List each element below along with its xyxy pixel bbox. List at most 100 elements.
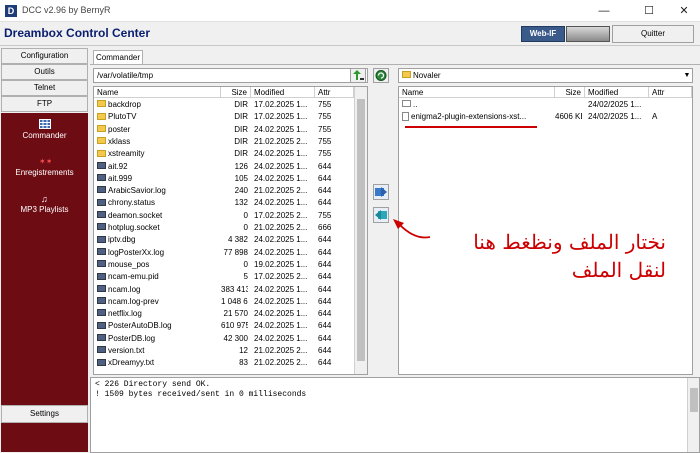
- table-row[interactable]: ncam-emu.pid 5 17.02.2025 2... 644: [94, 271, 354, 284]
- minimize-button[interactable]: —: [593, 3, 615, 19]
- left-scroll-thumb[interactable]: [357, 99, 365, 361]
- chevron-down-icon[interactable]: ▼: [682, 70, 692, 81]
- table-row[interactable]: hotplug.socket 0 21.02.2025 2... 666: [94, 222, 354, 235]
- settings-button[interactable]: Settings: [1, 405, 88, 423]
- table-row[interactable]: ait.999 105 24.02.2025 1... 644: [94, 173, 354, 186]
- table-row[interactable]: xstreamity DIR 24.02.2025 1... 755: [94, 148, 354, 161]
- nav-telnet[interactable]: Telnet: [1, 80, 88, 96]
- file-size-cell: 132: [234, 198, 248, 208]
- table-row[interactable]: xDreamyy.txt 83 21.02.2025 2... 644: [94, 357, 354, 370]
- file-icon: [97, 174, 106, 182]
- file-modified-cell: 24.02.2025 1...: [254, 309, 308, 319]
- file-attr-cell: 644: [318, 198, 332, 208]
- parent-dir-button[interactable]: [350, 68, 366, 83]
- file-name-cell: PlutoTV: [97, 111, 219, 124]
- table-row[interactable]: enigma2-plugin-extensions-xst... 4606 KB 2…: [399, 111, 692, 124]
- file-icon: [97, 284, 106, 292]
- table-row[interactable]: ncam.log 383 413 24.02.2025 1... 644: [94, 284, 354, 297]
- table-row[interactable]: chrony.status 132 24.02.2025 1... 644: [94, 197, 354, 210]
- left-path-field[interactable]: /var/volatile/tmp: [93, 68, 368, 83]
- file-modified-cell: 21.02.2025 2...: [254, 223, 308, 232]
- copy-left-button[interactable]: [373, 207, 389, 223]
- file-size-cell: 5: [243, 272, 248, 282]
- nav-ftp[interactable]: FTP: [1, 96, 88, 112]
- table-row[interactable]: iptv.dbg 4 382 24.02.2025 1... 644: [94, 234, 354, 247]
- left-col-modified[interactable]: Modified: [251, 87, 315, 98]
- file-attr-cell: 644: [318, 333, 332, 343]
- file-name-cell: xDreamyy.txt: [97, 357, 219, 370]
- right-path-field[interactable]: Novaler: [398, 68, 693, 83]
- right-col-attr[interactable]: Attr: [649, 87, 692, 98]
- svg-text:✶✶: ✶✶: [39, 157, 51, 166]
- file-modified-cell: 19.02.2025 1...: [254, 259, 308, 269]
- table-row[interactable]: PosterAutoDB.log 610 975 24.02.2025 1... 64…: [94, 320, 354, 333]
- file-attr-cell: 644: [318, 309, 332, 319]
- table-row[interactable]: netflix.log 21 570 24.02.2025 1... 644: [94, 308, 354, 321]
- left-col-attr[interactable]: Attr: [315, 87, 354, 98]
- table-row[interactable]: PlutoTV DIR 17.02.2025 1... 755: [94, 111, 354, 124]
- log-scrollbar[interactable]: [687, 378, 699, 452]
- table-row[interactable]: ArabicSavior.log 240 21.02.2025 2... 644: [94, 185, 354, 198]
- refresh-icon: [375, 70, 387, 81]
- title-bar: D DCC v2.96 by BernyR — ☐ ✕: [0, 0, 700, 22]
- file-name: xDreamyy.txt: [108, 358, 155, 368]
- file-modified-cell: 24.02.2025 1...: [254, 161, 308, 171]
- log-scroll-thumb[interactable]: [690, 388, 698, 412]
- panel-item-mp3-playlists[interactable]: ♫ MP3 Playlists: [1, 193, 88, 214]
- file-name: ait.92: [108, 161, 128, 171]
- copy-right-button[interactable]: [373, 184, 389, 200]
- table-row[interactable]: deamon.socket 0 17.02.2025 2... 755: [94, 210, 354, 223]
- nav-configuration[interactable]: Configuration: [1, 48, 88, 64]
- table-row[interactable]: ait.92 126 24.02.2025 1... 644: [94, 161, 354, 174]
- file-modified-cell: 17.02.2025 1...: [254, 100, 308, 109]
- right-col-modified[interactable]: Modified: [585, 87, 649, 98]
- annotation-line-1: نختار الملف ونظغط هنا: [473, 230, 666, 254]
- file-icon: [97, 235, 106, 243]
- sidebar: Configuration Outils Telnet FTP Commande…: [0, 47, 89, 452]
- file-icon: [97, 272, 106, 280]
- left-file-list: Name Size Modified Attr backdrop DIR 17.02…: [93, 86, 368, 375]
- left-col-size[interactable]: Size: [221, 87, 251, 98]
- file-name: deamon.socket: [108, 210, 163, 220]
- panel-item-commander[interactable]: Commander: [1, 119, 88, 140]
- left-scrollbar[interactable]: [354, 87, 367, 374]
- file-name-cell: xklass: [97, 136, 219, 149]
- table-row[interactable]: PosterDB.log 42 300 24.02.2025 1... 644: [94, 333, 354, 346]
- table-row[interactable]: .. 24/02/2025 1...: [399, 99, 692, 112]
- left-col-name[interactable]: Name: [94, 87, 221, 98]
- music-icon: ♫: [41, 194, 48, 203]
- folder-icon: [97, 137, 106, 145]
- right-col-name[interactable]: Name: [399, 87, 555, 98]
- table-row[interactable]: xklass DIR 21.02.2025 2... 755: [94, 136, 354, 149]
- file-attr-cell: 644: [318, 247, 332, 257]
- panel-item-enregistrements[interactable]: ✶✶ Enregistrements: [1, 156, 88, 177]
- quit-button[interactable]: Quitter: [612, 25, 694, 43]
- right-col-size[interactable]: Size: [555, 87, 585, 98]
- file-attr-cell: 644: [318, 161, 332, 171]
- table-row[interactable]: version.txt 12 21.02.2025 2... 644: [94, 345, 354, 358]
- nav-outils[interactable]: Outils: [1, 64, 88, 80]
- file-name-cell: ncam-emu.pid: [97, 271, 219, 284]
- maximize-button[interactable]: ☐: [638, 3, 660, 19]
- file-icon: [97, 321, 106, 329]
- file-icon: [97, 211, 106, 219]
- table-row[interactable]: ncam.log-prev 1 048 675 24.02.2025 1... 644: [94, 296, 354, 309]
- file-name-cell: ncam.log: [97, 284, 219, 297]
- table-row[interactable]: logPosterXx.log 77 898 24.02.2025 1... 644: [94, 247, 354, 260]
- file-name: ..: [413, 100, 418, 109]
- app-icon: D: [5, 5, 17, 17]
- file-size-cell: 0: [243, 210, 248, 220]
- file-modified-cell: 24.02.2025 1...: [254, 235, 308, 245]
- file-name-cell: deamon.socket: [97, 210, 219, 223]
- tab-commander[interactable]: Commander: [93, 50, 143, 65]
- ftp-panel: Commander ✶✶ Enregistrements ♫ MP3 Playl…: [1, 113, 88, 452]
- file-name: ait.999: [108, 173, 133, 183]
- table-row[interactable]: poster DIR 24.02.2025 1... 755: [94, 124, 354, 137]
- table-row[interactable]: mouse_pos 0 19.02.2025 1... 644: [94, 259, 354, 272]
- log-line: ! 1509 bytes received/sent in 0 millisec…: [95, 390, 307, 399]
- table-row[interactable]: backdrop DIR 17.02.2025 1... 755: [94, 99, 354, 112]
- close-button[interactable]: ✕: [673, 3, 695, 19]
- webif-logo[interactable]: Web-IF: [521, 26, 565, 42]
- refresh-button[interactable]: [373, 68, 389, 83]
- remote-logo[interactable]: [566, 26, 610, 42]
